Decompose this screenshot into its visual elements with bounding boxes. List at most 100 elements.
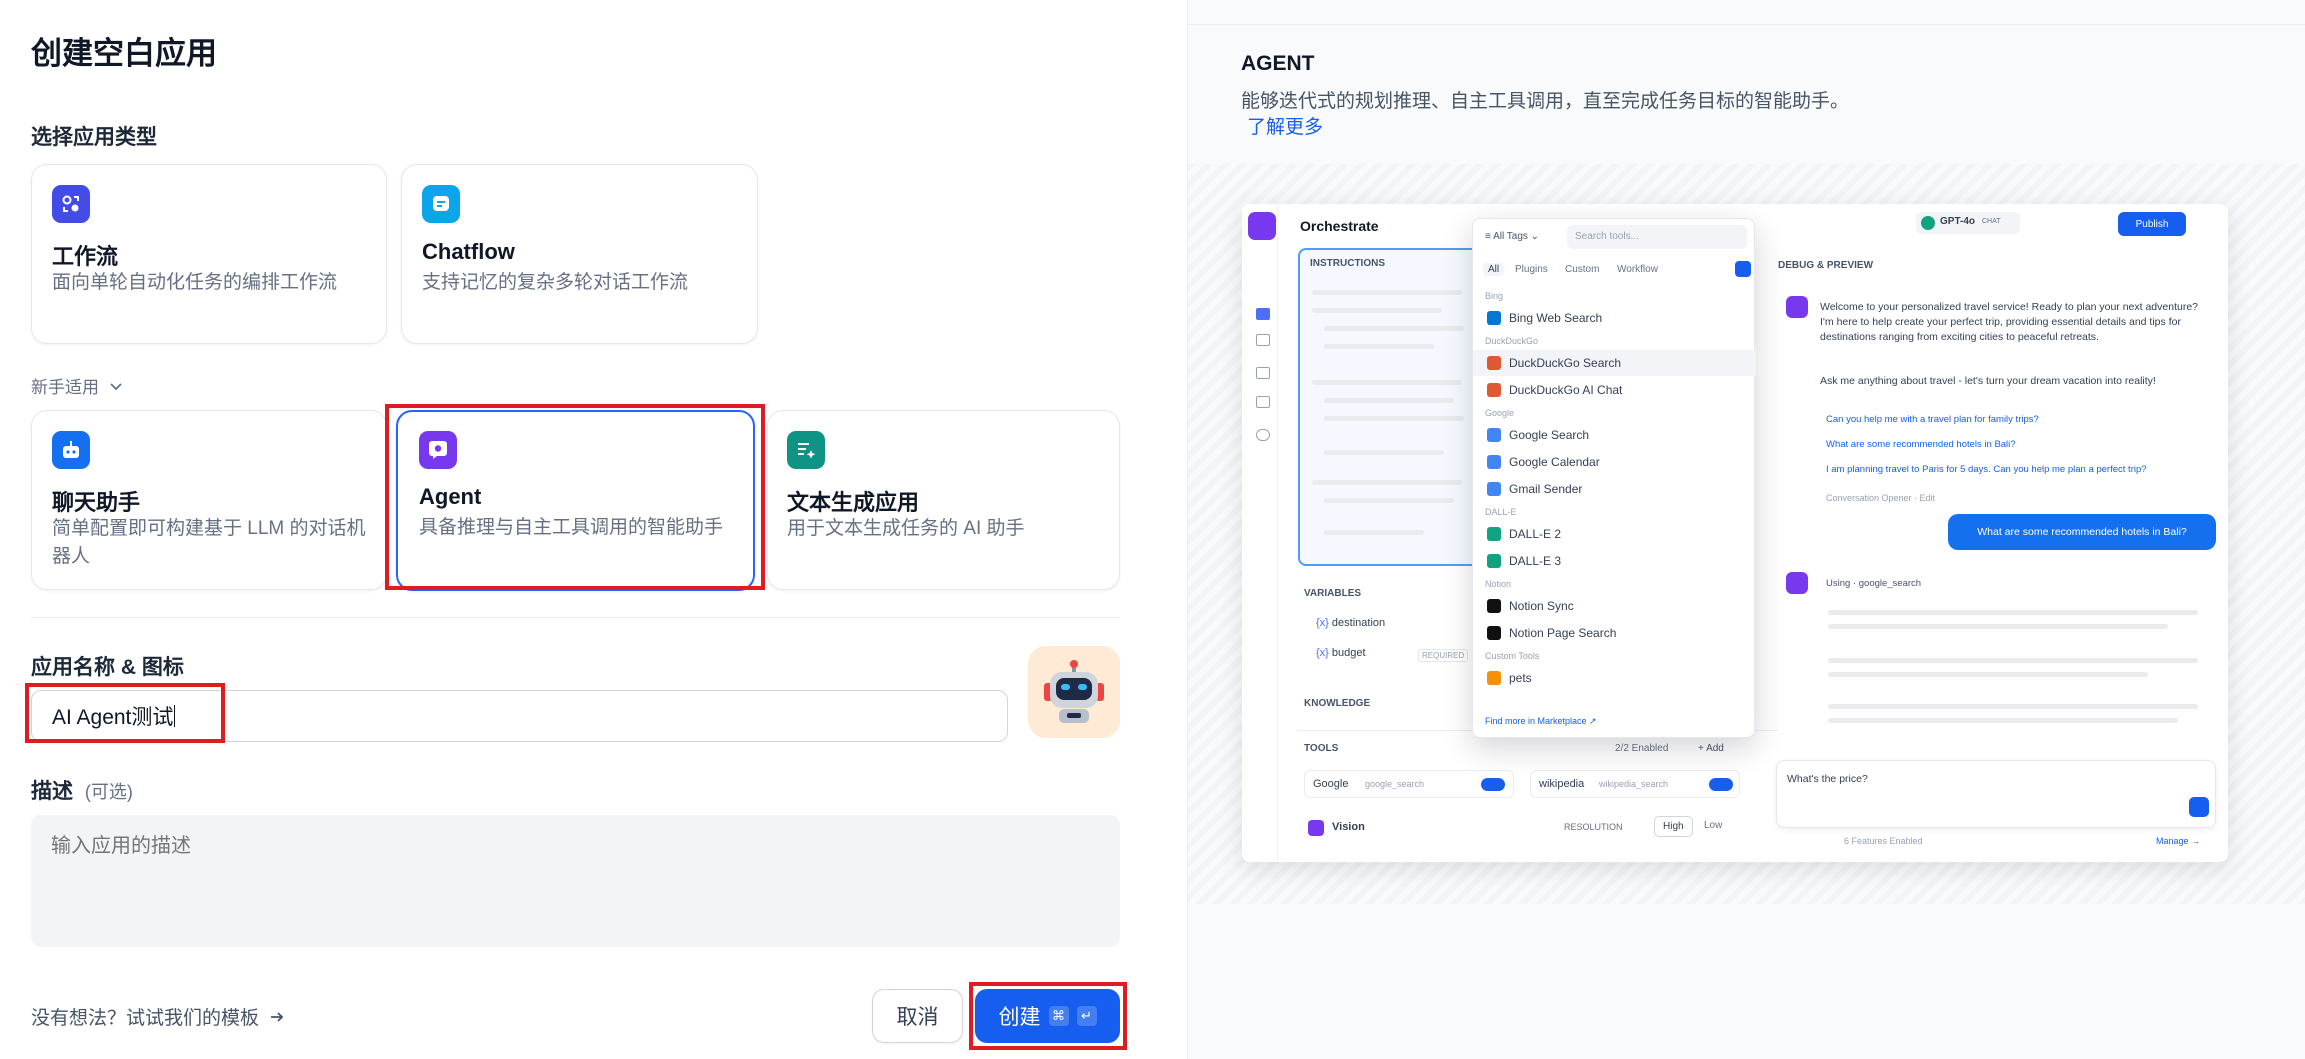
tool-icon bbox=[1487, 626, 1501, 640]
model-tag: CHAT bbox=[1982, 218, 2001, 225]
cancel-button[interactable]: 取消 bbox=[872, 989, 963, 1043]
orchestrate-title: Orchestrate bbox=[1300, 218, 1379, 234]
toggle bbox=[1709, 778, 1733, 791]
tool-option-label: DuckDuckGo AI Chat bbox=[1509, 383, 1623, 397]
description-textarea[interactable] bbox=[31, 815, 1120, 947]
tool-option[interactable]: DALL-E 3 bbox=[1473, 548, 1756, 574]
tool-option[interactable]: Google Calendar bbox=[1473, 449, 1756, 475]
dropdown-tabs: All Plugins Custom Workflow bbox=[1473, 257, 1756, 283]
tool-option[interactable]: pets bbox=[1473, 665, 1756, 691]
card-title: Chatflow bbox=[422, 239, 515, 264]
tool-option[interactable]: Bing Web Search bbox=[1473, 305, 1756, 331]
send-icon[interactable] bbox=[2189, 797, 2209, 817]
tool-option-label: DALL-E 2 bbox=[1509, 527, 1562, 541]
tool-name: Google bbox=[1313, 778, 1349, 790]
features-enabled: 6 Features Enabled bbox=[1844, 836, 1923, 846]
preview-screenshot: Orchestrate INSTRUCTIONS VARIABLES {x} d… bbox=[1242, 204, 2228, 862]
nav-icon bbox=[1256, 429, 1270, 441]
variables-label: VARIABLES bbox=[1304, 588, 1362, 599]
name-icon-label: 应用名称 & 图标 bbox=[31, 656, 184, 679]
tool-name: wikipedia bbox=[1539, 778, 1585, 790]
instructions-label: INSTRUCTIONS bbox=[1310, 258, 1385, 269]
nav-icon bbox=[1256, 308, 1270, 320]
tools-enabled: 2/2 Enabled bbox=[1615, 743, 1669, 754]
manage-link[interactable]: Manage → bbox=[2156, 836, 2200, 846]
tool-option-label: DALL-E 3 bbox=[1509, 554, 1562, 568]
marketplace-link[interactable]: Find more in Marketplace ↗ bbox=[1485, 716, 1597, 727]
vision-label: Vision bbox=[1332, 821, 1365, 833]
ask-message: Ask me anything about travel - let's tur… bbox=[1820, 375, 2156, 387]
tool-group-label: DALL-E bbox=[1485, 507, 1517, 517]
tool-option[interactable]: Notion Page Search bbox=[1473, 620, 1756, 646]
card-title: 聊天助手 bbox=[52, 490, 141, 515]
res-low: Low bbox=[1704, 820, 1723, 831]
chatflow-icon bbox=[422, 185, 460, 223]
tool-icon bbox=[1487, 671, 1501, 685]
tool-icon bbox=[1487, 383, 1501, 397]
robot-icon bbox=[1248, 212, 1276, 240]
tab-all[interactable]: All bbox=[1483, 263, 1505, 276]
user-message: What are some recommended hotels in Bali… bbox=[1948, 514, 2216, 550]
chat-input[interactable]: What's the price? bbox=[1776, 760, 2216, 828]
learn-more-link[interactable]: 了解更多 bbox=[1247, 112, 1323, 139]
variable-name: budget bbox=[1331, 647, 1366, 659]
tool-group-label: Google bbox=[1485, 408, 1515, 418]
tags-filter-label: All Tags bbox=[1493, 231, 1528, 242]
debug-label: DEBUG & PREVIEW bbox=[1778, 260, 1874, 271]
publish-button[interactable]: Publish bbox=[2118, 212, 2186, 236]
tool-option-label: pets bbox=[1509, 671, 1532, 685]
add-tool-button[interactable]: + Add bbox=[1698, 743, 1724, 754]
suggestion[interactable]: I am planning travel to Paris for 5 days… bbox=[1826, 464, 2147, 475]
app-type-card-text-generator[interactable]: 文本生成应用 用于文本生成任务的 AI 助手 bbox=[767, 410, 1120, 590]
tool-option[interactable]: DuckDuckGo Search bbox=[1473, 350, 1756, 376]
tool-option[interactable]: Gmail Sender bbox=[1473, 476, 1756, 502]
suggestion[interactable]: What are some recommended hotels in Bali… bbox=[1826, 439, 2016, 450]
card-desc: 面向单轮自动化任务的编排工作流 bbox=[52, 272, 338, 293]
tab-workflow[interactable]: Workflow bbox=[1617, 264, 1658, 275]
app-icon-picker[interactable] bbox=[1028, 646, 1120, 738]
resolution-label: RESOLUTION bbox=[1564, 822, 1623, 832]
workflow-icon bbox=[52, 185, 90, 223]
tool-option-label: Gmail Sender bbox=[1509, 482, 1583, 496]
card-desc: 简单配置即可构建基于 LLM 的对话机器人 bbox=[52, 518, 366, 567]
tool-option[interactable]: DuckDuckGo AI Chat bbox=[1473, 377, 1756, 403]
tool-picker-dropdown: ≡ All Tags ⌄ Search tools... All Plugins… bbox=[1472, 218, 1756, 738]
create-app-panel: 创建空白应用 选择应用类型 工作流 面向单轮自动化任务的编排工作流 Chatfl… bbox=[0, 0, 1187, 1059]
search-input[interactable]: Search tools... bbox=[1567, 225, 1747, 249]
tool-option-label: Google Calendar bbox=[1509, 455, 1600, 469]
model-selector[interactable]: GPT-4o CHAT bbox=[1916, 212, 2020, 234]
tool-item: Google google_search bbox=[1304, 770, 1514, 798]
preview-panel: AGENT 能够迭代式的规划推理、自主工具调用，直至完成任务目标的智能助手。 了… bbox=[1187, 0, 2305, 1059]
tool-icon bbox=[1487, 356, 1501, 370]
description-label: 描述 (可选) bbox=[31, 775, 133, 805]
add-icon[interactable] bbox=[1735, 261, 1751, 277]
beginner-toggle[interactable]: 新手适用 bbox=[31, 373, 123, 398]
robot-icon bbox=[1786, 296, 1808, 318]
tool-group-label: DuckDuckGo bbox=[1485, 336, 1539, 346]
suggestion[interactable]: Can you help me with a travel plan for f… bbox=[1826, 414, 2039, 425]
res-high: High bbox=[1654, 816, 1693, 837]
variable-item: {x} destination bbox=[1316, 617, 1386, 629]
tab-plugins[interactable]: Plugins bbox=[1515, 264, 1548, 275]
tool-group-label: Custom Tools bbox=[1485, 651, 1540, 661]
app-type-card-chatbot[interactable]: 聊天助手 简单配置即可构建基于 LLM 的对话机器人 bbox=[31, 410, 387, 590]
tool-icon bbox=[1487, 527, 1501, 541]
arrow-right-icon bbox=[271, 1011, 284, 1022]
app-type-card-chatflow[interactable]: Chatflow 支持记忆的复杂多轮对话工作流 bbox=[401, 164, 758, 344]
tool-option-label: Bing Web Search bbox=[1509, 311, 1603, 325]
required-tag: REQUIRED bbox=[1418, 649, 1469, 662]
tool-option[interactable]: Notion Sync bbox=[1473, 593, 1756, 619]
tags-filter[interactable]: ≡ All Tags ⌄ bbox=[1485, 231, 1539, 242]
tool-option[interactable]: DALL-E 2 bbox=[1473, 521, 1756, 547]
vision-icon bbox=[1308, 820, 1324, 836]
tool-icon bbox=[1487, 554, 1501, 568]
template-link[interactable]: 没有想法？试试我们的模板 bbox=[31, 1003, 285, 1030]
toggle bbox=[1481, 778, 1505, 791]
app-type-card-workflow[interactable]: 工作流 面向单轮自动化任务的编排工作流 bbox=[31, 164, 387, 344]
tab-custom[interactable]: Custom bbox=[1565, 264, 1599, 275]
tool-icon bbox=[1487, 599, 1501, 613]
using-tool-name: google_search bbox=[1858, 578, 1922, 589]
tool-option[interactable]: Google Search bbox=[1473, 422, 1756, 448]
tools-label: TOOLS bbox=[1304, 743, 1339, 754]
tool-icon bbox=[1487, 455, 1501, 469]
